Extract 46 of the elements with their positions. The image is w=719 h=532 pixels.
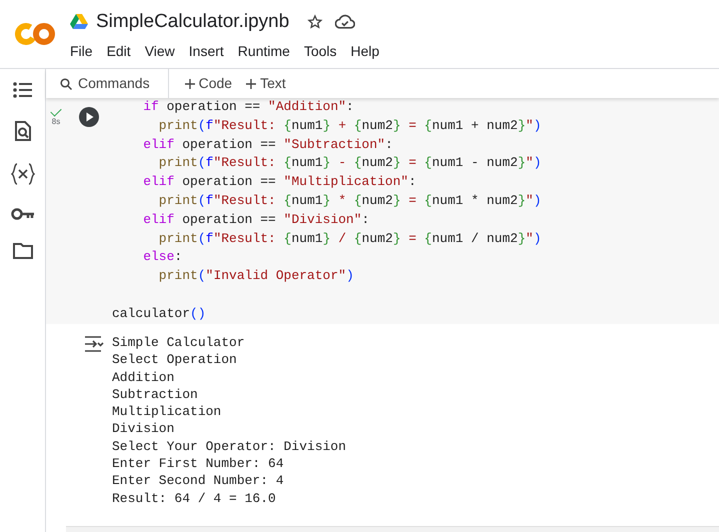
table-of-contents-icon[interactable] — [12, 81, 32, 99]
code-line: print(f"Result: {num1} - {num2} = {num1 - num2}") — [158, 154, 542, 172]
add-code-button[interactable]: Code — [184, 73, 232, 94]
menu-item[interactable]: View — [144, 40, 175, 62]
output-line: Select Your Operator: Division — [112, 438, 346, 456]
code-line: print(f"Result: {num1} / {num2} = {num1 / num2}") — [158, 230, 542, 248]
menu-item[interactable]: Insert — [188, 40, 224, 62]
code-line: print("Invalid Operator") — [158, 267, 354, 286]
plus-icon — [184, 78, 195, 88]
output-line: Enter Second Number: 4 — [112, 472, 284, 490]
find-icon[interactable] — [14, 121, 32, 141]
star-icon[interactable] — [307, 14, 324, 30]
menu-item[interactable]: Tools — [304, 40, 337, 62]
menu-item[interactable]: Help — [350, 40, 380, 62]
output-line: Select Operation — [112, 351, 237, 369]
cloud-check-icon[interactable] — [335, 14, 356, 30]
folder-icon[interactable] — [12, 243, 32, 259]
code-line: calculator() — [112, 304, 206, 323]
code-line: if operation == "Addition": — [142, 98, 354, 116]
output-line: Result: 64 / 4 = 16.0 — [112, 490, 276, 507]
execution-time: 8s — [52, 118, 60, 126]
output-line: Simple Calculator — [112, 334, 245, 352]
output-line: Addition — [112, 368, 174, 386]
output-line: Division — [112, 420, 174, 438]
output-toggle-icon[interactable] — [84, 336, 104, 352]
variables-icon[interactable] — [10, 163, 34, 185]
code-line: print(f"Result: {num1} * {num2} = {num1 * num2}") — [158, 192, 542, 210]
key-icon[interactable] — [10, 207, 34, 221]
code-line: elif operation == "Division": — [142, 210, 370, 229]
add-text-button[interactable]: Text — [246, 73, 286, 94]
search-icon — [60, 78, 72, 90]
code-line: else: — [142, 248, 182, 266]
code-line: elif operation == "Multiplication": — [142, 173, 416, 192]
code-line: elif operation == "Subtraction": — [142, 136, 393, 154]
colab-logo-icon[interactable] — [15, 22, 55, 46]
menu-item[interactable]: Runtime — [238, 40, 290, 62]
notebook-title[interactable]: SimpleCalculator.ipynb — [96, 8, 290, 36]
output-line: Enter First Number: 64 — [112, 455, 284, 472]
output-line: Subtraction — [112, 386, 198, 404]
drive-icon — [70, 14, 88, 30]
menu-item[interactable]: File — [70, 40, 93, 62]
menu-item[interactable]: Edit — [106, 40, 131, 62]
plus-icon — [246, 78, 256, 88]
run-button[interactable] — [79, 107, 99, 127]
code-line: print(f"Result: {num1} + {num2} = {num1 + num2}") — [158, 116, 542, 135]
output-line: Multiplication — [112, 403, 222, 420]
